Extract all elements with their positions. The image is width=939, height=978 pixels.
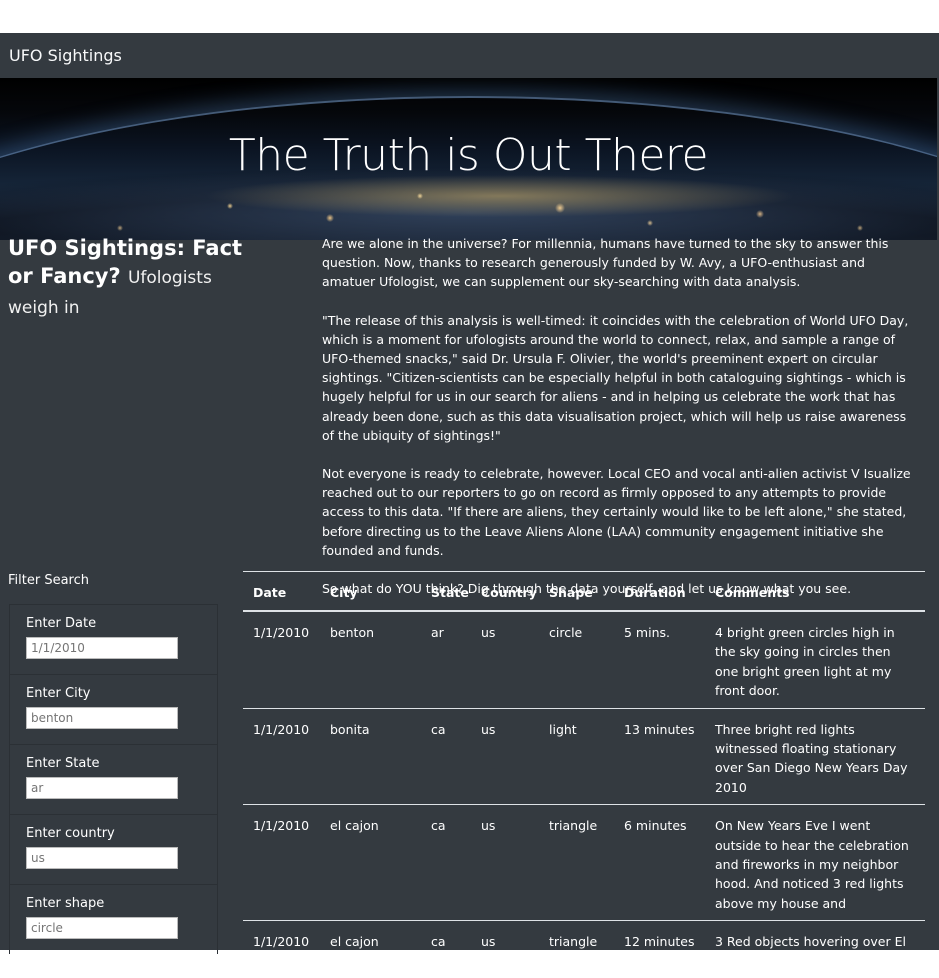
- cell-state: ca: [421, 920, 471, 978]
- city-input[interactable]: [26, 707, 178, 729]
- hero-banner: The Truth is Out There: [0, 78, 937, 240]
- cell-state: ca: [421, 804, 471, 921]
- cell-city: el cajon: [320, 920, 421, 978]
- filter-label-shape: Enter shape: [26, 896, 105, 911]
- filter-item-country: Enter country: [9, 814, 218, 884]
- cell-city: el cajon: [320, 804, 421, 921]
- cell-comments: 4 bright green circles high in the sky g…: [715, 625, 895, 699]
- filter-item-date: Enter Date: [9, 604, 218, 674]
- cell-date: 1/1/2010: [243, 804, 320, 921]
- filter-list: Enter Date Enter City Enter State Enter …: [9, 604, 218, 954]
- cell-shape: circle: [549, 625, 583, 640]
- header-shape: Shape: [539, 571, 614, 612]
- cell-shape: light: [539, 707, 614, 805]
- cell-duration: 12 minutes: [614, 920, 705, 978]
- filter-label-country: Enter country: [26, 826, 115, 841]
- cell-comments: On New Years Eve I went outside to hear …: [705, 804, 925, 921]
- filter-label-date: Enter Date: [26, 616, 97, 631]
- filter-item-state: Enter State: [9, 744, 218, 814]
- filter-search-title: Filter Search: [8, 573, 89, 588]
- article-paragraph: Are we alone in the universe? For millen…: [322, 236, 889, 290]
- cell-duration: 13 minutes: [614, 707, 705, 805]
- shape-input[interactable]: [26, 917, 178, 939]
- article-paragraph: "The release of this analysis is well-ti…: [322, 312, 909, 443]
- cell-country: us: [481, 625, 496, 640]
- cell-country: us: [471, 707, 539, 805]
- cell-city: benton: [330, 625, 375, 640]
- date-input[interactable]: [26, 637, 178, 659]
- state-input[interactable]: [26, 777, 178, 799]
- cell-duration: 5 mins.: [624, 625, 670, 640]
- header-state: State: [421, 571, 471, 612]
- table-row: 1/1/2010 benton ar us circle 5 mins. 4 b…: [243, 611, 925, 708]
- header-duration: Duration: [614, 571, 705, 612]
- cell-shape: triangle: [539, 920, 614, 978]
- cell-city: bonita: [320, 707, 421, 805]
- ufo-table-container: Date City State Country Shape Duration C…: [243, 571, 925, 978]
- table-row: 1/1/2010 bonita ca us light 13 minutes T…: [243, 707, 925, 805]
- cell-date: 1/1/2010: [243, 707, 320, 805]
- table-row: 1/1/2010 el cajon ca us triangle 12 minu…: [243, 920, 925, 978]
- cell-comments: 3 Red objects hovering over El Cajon CA: [705, 920, 925, 978]
- cell-date: 1/1/2010: [243, 920, 320, 978]
- ufo-table: Date City State Country Shape Duration C…: [243, 571, 925, 978]
- header-city: City: [320, 571, 421, 612]
- filter-label-state: Enter State: [26, 756, 100, 771]
- country-input[interactable]: [26, 847, 178, 869]
- table-header-row: Date City State Country Shape Duration C…: [243, 571, 925, 612]
- navbar: UFO Sightings: [0, 33, 939, 78]
- filter-item-city: Enter City: [9, 674, 218, 744]
- cell-state: ca: [421, 707, 471, 805]
- table-row: 1/1/2010 el cajon ca us triangle 6 minut…: [243, 804, 925, 921]
- cell-country: us: [471, 804, 539, 921]
- article-paragraph: Not everyone is ready to celebrate, howe…: [322, 466, 911, 558]
- intro-heading: UFO Sightings: Fact or Fancy? Ufologists…: [8, 234, 248, 322]
- cell-shape: triangle: [539, 804, 614, 921]
- cell-comments: Three bright red lights witnessed floati…: [705, 707, 925, 805]
- navbar-brand[interactable]: UFO Sightings: [9, 46, 122, 65]
- cell-country: us: [471, 920, 539, 978]
- header-date: Date: [243, 571, 320, 612]
- cell-date: 1/1/2010: [253, 625, 310, 640]
- cell-state: ar: [431, 625, 444, 640]
- hero-title: The Truth is Out There: [228, 130, 709, 181]
- filter-label-city: Enter City: [26, 686, 91, 701]
- filter-item-shape: Enter shape: [9, 884, 218, 954]
- article-body: Are we alone in the universe? For millen…: [322, 234, 922, 617]
- header-comments: Comments: [705, 571, 925, 612]
- header-country: Country: [471, 571, 539, 612]
- cell-duration: 6 minutes: [614, 804, 705, 921]
